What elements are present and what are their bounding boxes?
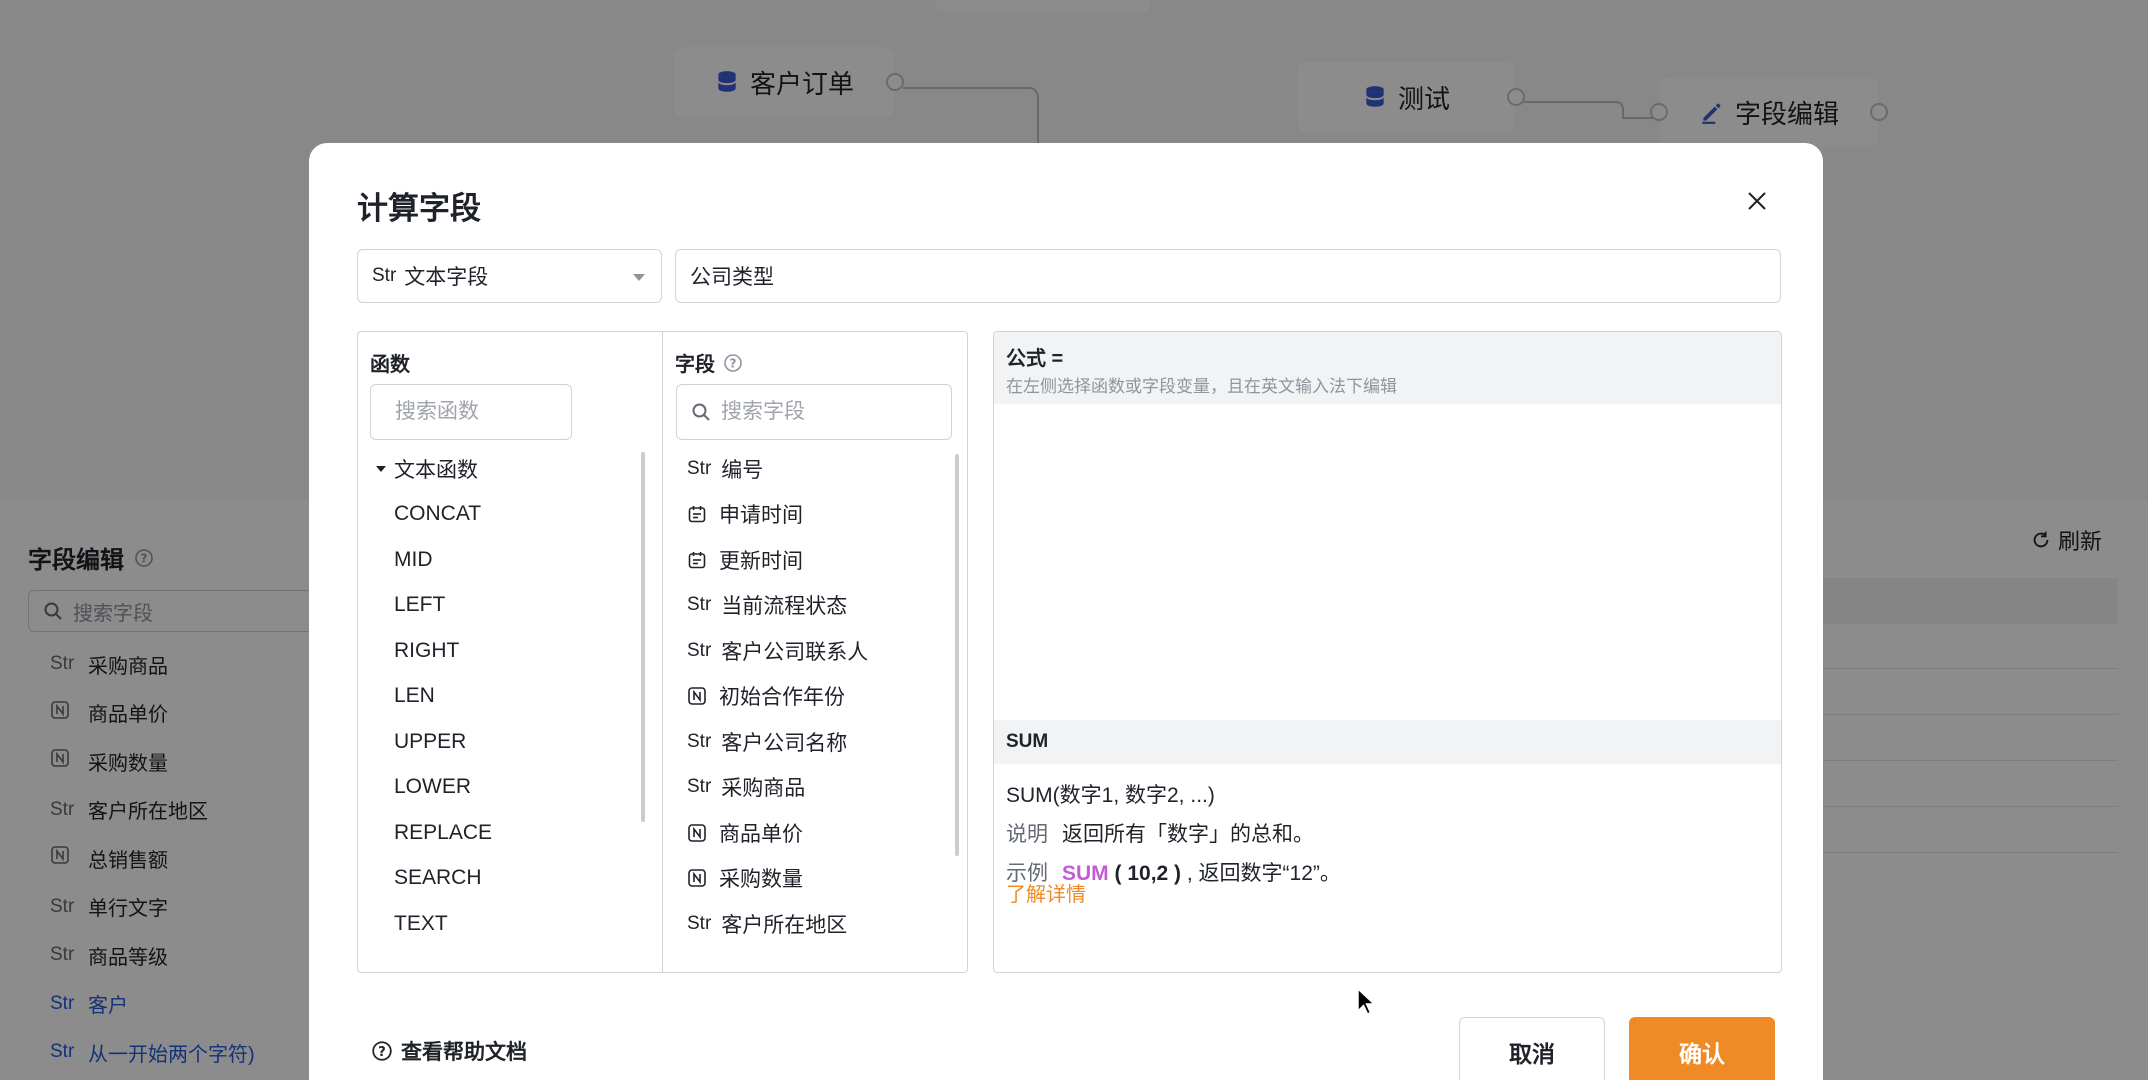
formula-panel: 公式 = 在左侧选择函数或字段变量，且在英文输入法下编辑 SUM SUM(数字1… (993, 331, 1782, 973)
field-item-label: 当前流程状态 (721, 595, 848, 619)
functions-header-text: 函数 (370, 354, 410, 376)
example-result: , 返回数字“12”。 (1186, 862, 1341, 885)
field-item[interactable]: 初始合作年份 (663, 674, 953, 720)
function-list: 文本函数 CONCAT MID LEFT RIGHT LEN UPPER LOWER REPL… (358, 446, 658, 972)
field-item-label: 采购商品 (721, 777, 806, 801)
function-search-input[interactable] (370, 384, 575, 440)
field-item[interactable]: Str 客户公司名称 (663, 719, 953, 765)
search-icon (692, 403, 710, 421)
field-item-label: 商品单价 (719, 822, 803, 846)
function-item[interactable]: SEARCH (358, 856, 658, 902)
text-type-icon: Str (687, 457, 712, 479)
help-icon: ? (372, 1041, 392, 1061)
help-docs-label: 查看帮助文档 (401, 1041, 527, 1064)
field-type-label: 文本字段 (404, 266, 489, 289)
function-item[interactable]: CONCAT (358, 492, 658, 538)
date-type-icon (687, 504, 709, 524)
number-type-icon (687, 823, 709, 843)
function-doc-title: SUM (994, 720, 1781, 764)
fields-header: 字段 ? (675, 348, 743, 377)
field-item[interactable]: Str 采购商品 (663, 765, 953, 811)
field-item[interactable]: Str 当前流程状态 (663, 583, 953, 629)
field-type-select[interactable]: Str 文本字段 (357, 249, 662, 303)
field-item[interactable]: Str 编号 (663, 446, 953, 492)
formula-editor[interactable] (994, 404, 1781, 710)
mouse-cursor-icon (1357, 987, 1376, 1016)
example-args: ( 10,2 ) (1114, 862, 1182, 885)
dialog-title: 计算字段 (357, 191, 481, 226)
function-search-field[interactable] (395, 400, 575, 424)
function-item[interactable]: LEN (358, 674, 658, 720)
caret-down-icon (376, 465, 386, 472)
formula-hint: 在左侧选择函数或字段变量，且在英文输入法下编辑 (1006, 377, 1397, 396)
field-item[interactable]: 采购数量 (663, 856, 953, 902)
calculated-field-dialog: 计算字段 Str 文本字段 函数 文本函数 CONCATMIDLEFTRIGHT… (309, 143, 1823, 1080)
function-item[interactable]: REPLACE (358, 810, 658, 856)
fields-header-text: 字段 (675, 354, 715, 376)
function-signature: SUM(数字1, 数字2, ...) (1006, 784, 1215, 807)
help-icon[interactable]: ? (723, 353, 743, 373)
svg-text:?: ? (730, 356, 737, 370)
field-type-prefix: Str (372, 265, 397, 286)
text-type-icon: Str (687, 594, 712, 616)
field-item-label: 客户所在地区 (721, 913, 848, 937)
text-type-icon: Str (687, 776, 712, 798)
cancel-button[interactable]: 取消 (1459, 1017, 1605, 1080)
function-item[interactable]: RIGHT (358, 628, 658, 674)
field-item-label: 更新时间 (719, 549, 803, 573)
function-item[interactable]: MID (358, 537, 658, 583)
chevron-down-icon (633, 274, 645, 281)
svg-text:?: ? (378, 1045, 386, 1060)
formula-header: 公式 = 在左侧选择函数或字段变量，且在英文输入法下编辑 (994, 332, 1781, 404)
function-item[interactable]: LOWER (358, 765, 658, 811)
text-type-icon: Str (687, 730, 712, 752)
field-item-label: 编号 (721, 458, 764, 482)
learn-more-link[interactable]: 了解详情 (1006, 878, 1086, 907)
field-item-label: 客户公司联系人 (721, 640, 869, 664)
help-docs-link[interactable]: ? 查看帮助文档 (371, 1036, 527, 1066)
functions-header: 函数 (370, 348, 410, 377)
function-item[interactable]: UPPER (358, 719, 658, 765)
close-icon (1748, 192, 1766, 210)
confirm-button[interactable]: 确认 (1629, 1017, 1775, 1080)
function-list-scrollbar[interactable] (641, 452, 645, 822)
text-type-icon: Str (687, 639, 712, 661)
description-text: 返回所有「数字」的总和。 (1062, 823, 1314, 846)
field-item-label: 申请时间 (719, 504, 803, 528)
field-item-label: 采购数量 (719, 868, 803, 892)
field-item[interactable]: Str 客户公司联系人 (663, 628, 953, 674)
field-list-scrollbar[interactable] (955, 454, 959, 856)
number-type-icon (687, 686, 709, 706)
selector-panel: 函数 文本函数 CONCATMIDLEFTRIGHTLENUPPERLOWERR… (357, 331, 968, 973)
field-search-field[interactable] (721, 400, 901, 424)
field-item[interactable]: Str 客户所在地区 (663, 901, 953, 947)
field-item-label: 客户公司名称 (721, 731, 848, 755)
function-group-text[interactable]: 文本函数 (358, 446, 658, 492)
field-item[interactable]: 商品单价 (663, 810, 953, 856)
field-item[interactable]: 申请时间 (663, 492, 953, 538)
formula-label: 公式 = (1006, 348, 1064, 370)
text-type-icon: Str (687, 912, 712, 934)
field-search-input[interactable] (676, 384, 952, 440)
close-button[interactable] (1739, 183, 1775, 219)
function-description: 说明 返回所有「数字」的总和。 (1006, 818, 1314, 848)
description-label: 说明 (1006, 823, 1048, 846)
date-type-icon (687, 550, 709, 570)
function-group-label: 文本函数 (394, 458, 478, 482)
field-item[interactable]: 更新时间 (663, 537, 953, 583)
number-type-icon (687, 868, 709, 888)
function-item[interactable]: LEFT (358, 583, 658, 629)
field-item-label: 初始合作年份 (719, 686, 845, 710)
field-name-input[interactable] (675, 249, 1781, 303)
field-list: Str 编号申请时间更新时间 Str 当前流程状态 Str 客户公司联系人 初始合作年份 St… (663, 446, 953, 972)
function-item[interactable]: TEXT (358, 901, 658, 947)
